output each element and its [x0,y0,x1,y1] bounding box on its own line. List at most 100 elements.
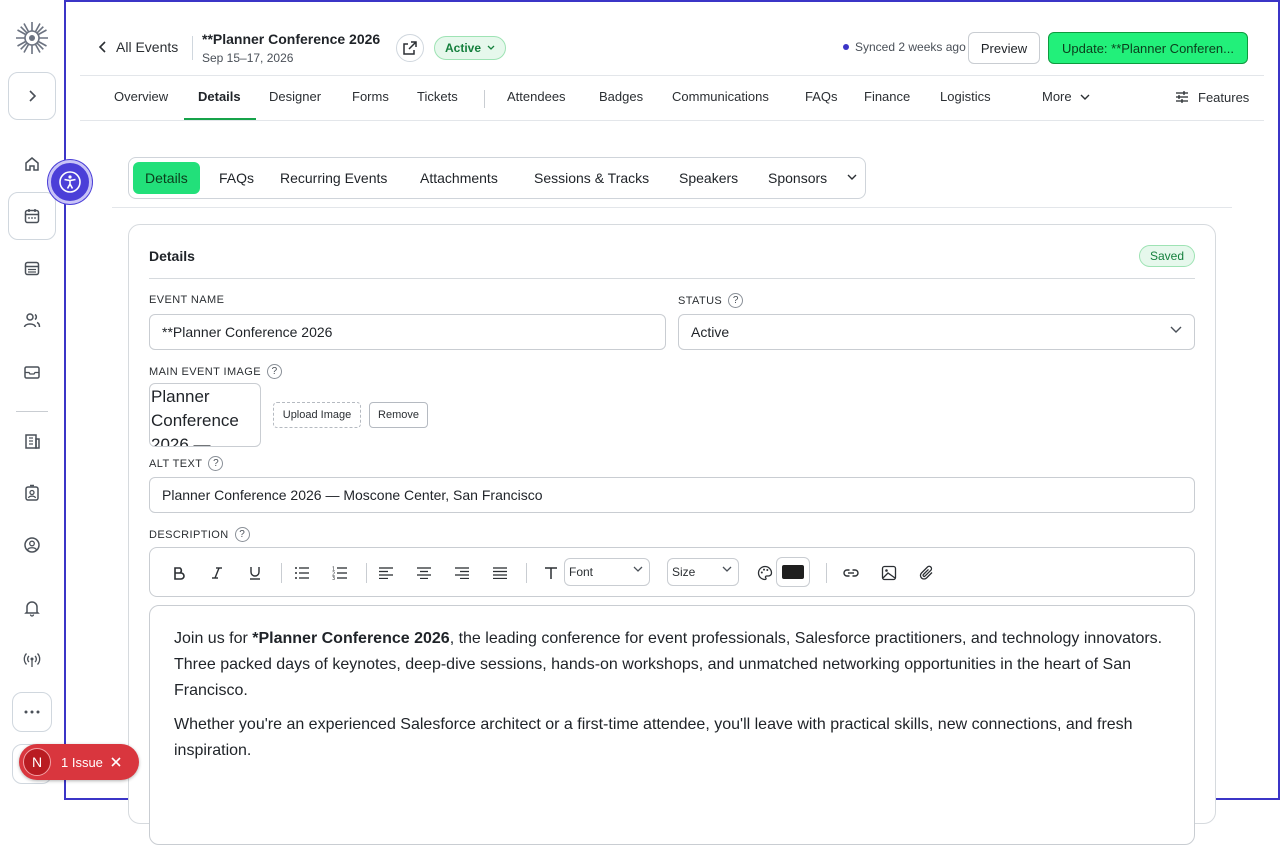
event-status-dropdown[interactable]: Active [434,36,507,60]
back-label: All Events [116,39,179,55]
main-tabs: Overview Details Designer Forms Tickets … [80,76,1264,121]
toolbar-divider [281,563,282,583]
numbered-list-icon[interactable]: 123 [328,561,352,585]
subtab-details[interactable]: Details [133,162,200,194]
external-link-icon [402,40,418,56]
tab-attendees[interactable]: Attendees [507,89,566,104]
link-icon[interactable] [839,561,863,585]
chevron-down-icon [1170,326,1182,334]
subtab-recurring-events[interactable]: Recurring Events [268,162,399,194]
features-label: Features [1198,89,1250,105]
home-icon[interactable] [20,152,44,176]
left-rail [0,0,64,800]
subtab-sessions-tracks[interactable]: Sessions & Tracks [522,162,661,194]
sync-dot-icon [843,44,849,50]
svg-text:3: 3 [332,576,335,580]
issue-avatar: N [23,748,51,776]
font-select-value: Font [569,565,594,579]
close-icon[interactable] [111,757,121,767]
event-name-label-text: EVENT NAME [149,294,225,306]
upload-image-button[interactable]: Upload Image [273,402,361,428]
tab-more[interactable]: More [1042,89,1090,104]
main-image-label: MAIN EVENT IMAGE ? [149,364,282,379]
features-button[interactable]: Features [1174,89,1249,105]
subtabs-overflow-chevron-icon[interactable] [847,174,857,181]
description-label-text: DESCRIPTION [149,528,229,541]
description-bold-text: *Planner Conference 2026 [252,630,450,647]
image-help-icon[interactable]: ? [266,364,282,379]
alt-text-input[interactable]: Planner Conference 2026 — Moscone Center… [149,477,1195,513]
issue-indicator[interactable]: N 1 Issue [19,744,139,780]
broadcast-icon[interactable] [20,648,44,672]
card-divider [149,278,1195,279]
issue-count-label: 1 Issue [61,754,103,770]
image-icon[interactable] [877,561,901,585]
tab-finance[interactable]: Finance [864,89,910,104]
subtab-attachments[interactable]: Attachments [408,162,510,194]
font-select[interactable]: Font [564,558,650,586]
event-name-input[interactable]: **Planner Conference 2026 [149,314,666,350]
user-circle-icon[interactable] [20,533,44,557]
card-title: Details [149,248,195,264]
back-to-events-link[interactable]: All Events [98,39,178,55]
building-icon[interactable] [20,429,44,453]
description-editor[interactable]: Join us for *Planner Conference 2026, th… [149,605,1195,845]
tab-forms[interactable]: Forms [352,89,389,104]
tab-communications[interactable]: Communications [672,89,769,104]
open-external-button[interactable] [396,34,424,62]
expand-sidebar-button[interactable] [8,72,56,120]
tab-tickets[interactable]: Tickets [417,89,458,104]
update-button[interactable]: Update: **Planner Conferen... [1048,32,1248,64]
underline-icon[interactable] [243,561,267,585]
align-left-icon[interactable] [374,561,398,585]
bold-icon[interactable] [167,561,191,585]
attachment-icon[interactable] [915,561,939,585]
italic-icon[interactable] [205,561,229,585]
tab-overview[interactable]: Overview [114,89,168,104]
event-dates: Sep 15–17, 2026 [202,51,294,65]
header-divider [192,36,193,60]
tab-badges[interactable]: Badges [599,89,643,104]
align-justify-icon[interactable] [488,561,512,585]
alt-text-label: ALT TEXT ? [149,456,224,471]
tab-faqs[interactable]: FAQs [805,89,838,104]
description-help-icon[interactable]: ? [234,527,250,542]
chevron-down-icon [722,566,732,573]
status-help-icon[interactable]: ? [728,293,744,308]
status-select[interactable]: Active [678,314,1195,350]
size-select[interactable]: Size [667,558,739,586]
remove-image-button[interactable]: Remove [369,402,428,428]
subtab-faqs[interactable]: FAQs [207,162,266,194]
tab-logistics[interactable]: Logistics [940,89,991,104]
event-header: All Events **Planner Conference 2026 Sep… [80,20,1264,76]
toolbar-divider [366,563,367,583]
event-name-label: EVENT NAME [149,294,224,306]
size-select-value: Size [672,565,696,579]
preview-button[interactable]: Preview [968,32,1040,64]
users-icon[interactable] [20,308,44,332]
palette-icon[interactable] [753,561,777,585]
tab-designer[interactable]: Designer [269,89,321,104]
alt-help-icon[interactable]: ? [208,456,224,471]
accessibility-icon [58,170,82,194]
events-nav-button[interactable] [8,192,56,240]
active-tab-indicator [184,118,256,120]
status-select-value: Active [691,324,730,340]
details-subtabs: Details FAQs Recurring Events Attachment… [128,157,866,199]
align-center-icon[interactable] [412,561,436,585]
toolbar-divider [526,563,527,583]
calendar-grid-icon[interactable] [20,256,44,280]
text-color-picker[interactable] [776,557,810,587]
mail-icon[interactable] [20,360,44,384]
logo-icon[interactable] [14,20,50,56]
text-type-icon[interactable] [539,561,563,585]
badge-icon[interactable] [20,481,44,505]
subtab-speakers[interactable]: Speakers [667,162,750,194]
subtab-sponsors[interactable]: Sponsors [756,162,839,194]
bell-icon[interactable] [20,596,44,620]
align-right-icon[interactable] [450,561,474,585]
bullet-list-icon[interactable] [290,561,314,585]
more-button[interactable] [12,692,52,732]
tab-details[interactable]: Details [198,89,241,104]
accessibility-button[interactable] [48,160,92,204]
